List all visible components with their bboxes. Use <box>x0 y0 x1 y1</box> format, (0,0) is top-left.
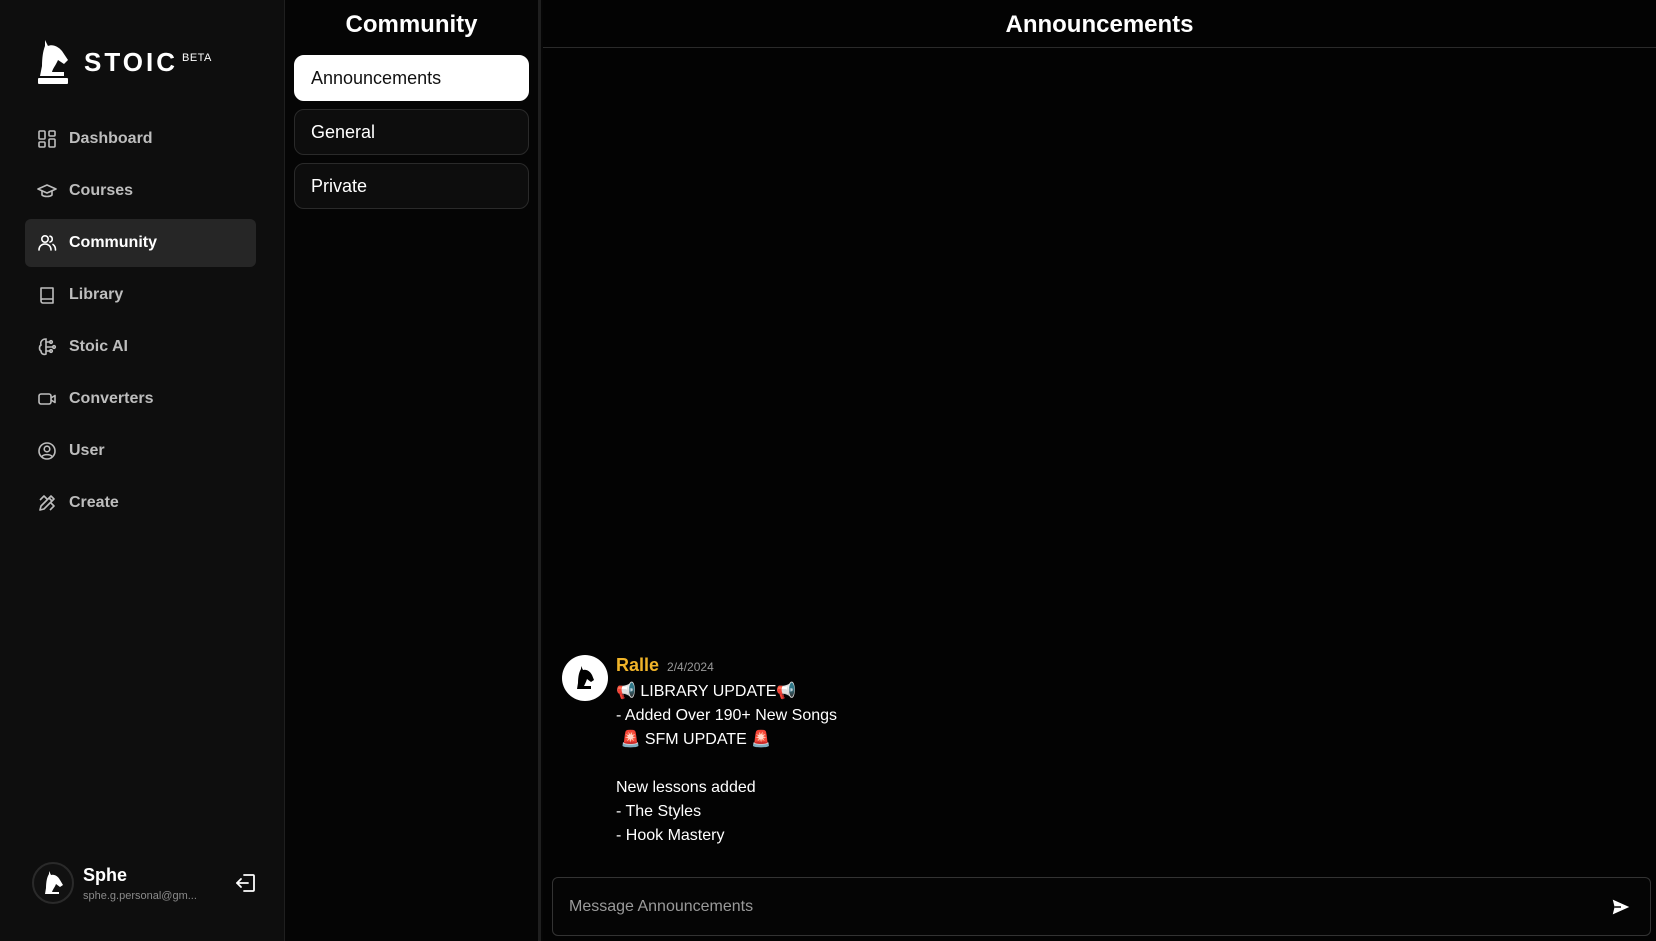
message-line: New lessons added <box>616 779 756 796</box>
sidebar-item-stoic-ai[interactable]: Stoic AI <box>25 323 256 371</box>
message-line: - Added Over 190+ New Songs <box>616 707 838 724</box>
channel-general[interactable]: General <box>294 109 529 155</box>
user-email: sphe.g.personal@gm... <box>83 889 197 902</box>
sidebar-item-user[interactable]: User <box>25 427 256 475</box>
message-timestamp: 2/4/2024 <box>667 660 714 674</box>
logout-icon[interactable] <box>234 871 258 895</box>
message-line: - Hook Mastery <box>616 827 725 844</box>
message: Ralle 2/4/2024 📢 LIBRARY UPDATE📢 - Added… <box>562 655 837 848</box>
brain-circuit-icon <box>37 337 57 357</box>
sidebar-item-label: Dashboard <box>69 130 153 147</box>
channel-list: Announcements General Private <box>285 55 538 209</box>
sidebar-item-label: Stoic AI <box>69 338 128 355</box>
users-icon <box>37 233 57 253</box>
user-name: Sphe <box>83 864 128 885</box>
channel-panel: Community Announcements General Private <box>285 0 541 941</box>
page-title: Announcements <box>543 0 1656 48</box>
message-composer <box>552 877 1651 936</box>
sidebar: STOIC BETA Dashboard Courses Community L… <box>0 0 285 941</box>
dashboard-icon <box>37 129 57 149</box>
pencil-ruler-icon <box>37 493 57 513</box>
sidebar-item-courses[interactable]: Courses <box>25 167 256 215</box>
sidebar-item-create[interactable]: Create <box>25 479 256 527</box>
channels-title: Community <box>345 11 478 38</box>
sidebar-item-label: Create <box>69 494 119 511</box>
message-author[interactable]: Ralle <box>616 655 659 676</box>
book-icon <box>37 285 57 305</box>
knight-avatar-icon <box>45 871 63 894</box>
user-profile[interactable]: Sphe sphe.g.personal@gm... <box>32 860 262 906</box>
message-avatar[interactable] <box>562 655 608 701</box>
message-content: 📢 LIBRARY UPDATE📢 - Added Over 190+ New … <box>616 680 837 848</box>
chat-main: Announcements Ralle 2/4/2024 📢 LIBRARY U… <box>543 0 1656 941</box>
channel-private[interactable]: Private <box>294 163 529 209</box>
knight-logo-icon <box>38 40 68 84</box>
message-line: 📢 LIBRARY UPDATE📢 <box>616 683 797 700</box>
message-line: - The Styles <box>616 803 702 820</box>
user-circle-icon <box>37 441 57 461</box>
sidebar-item-converters[interactable]: Converters <box>25 375 256 423</box>
sidebar-item-community[interactable]: Community <box>25 219 256 267</box>
message-line <box>616 752 837 776</box>
brand-logo[interactable]: STOIC BETA <box>36 38 212 84</box>
sidebar-item-label: Converters <box>69 390 154 407</box>
channel-announcements[interactable]: Announcements <box>294 55 529 101</box>
sidebar-item-label: Library <box>69 286 124 303</box>
message-line: 🚨 SFM UPDATE 🚨 <box>616 731 772 748</box>
brand-name: STOIC <box>84 47 178 77</box>
sidebar-item-label: Community <box>69 234 157 251</box>
avatar <box>32 862 74 904</box>
knight-avatar-icon <box>577 666 594 689</box>
sidebar-nav: Dashboard Courses Community Library Stoi… <box>25 115 256 531</box>
sidebar-item-label: User <box>69 442 105 459</box>
sidebar-item-dashboard[interactable]: Dashboard <box>25 115 256 163</box>
beta-badge: BETA <box>181 52 212 64</box>
graduation-cap-icon <box>37 181 57 201</box>
message-input[interactable] <box>569 897 1610 916</box>
sidebar-item-label: Courses <box>69 182 134 199</box>
video-icon <box>37 389 57 409</box>
send-icon[interactable] <box>1610 896 1632 918</box>
sidebar-item-library[interactable]: Library <box>25 271 256 319</box>
